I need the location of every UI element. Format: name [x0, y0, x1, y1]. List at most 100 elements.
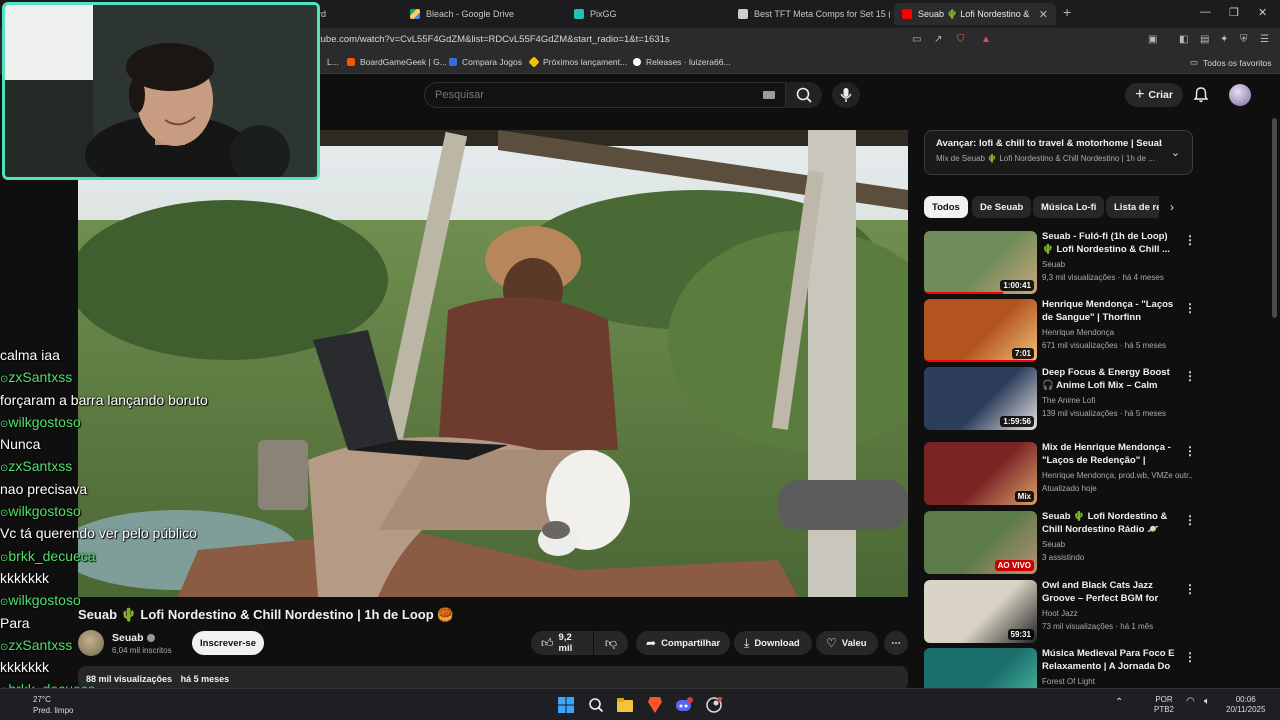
more-vertical-icon[interactable]: ⋮	[1184, 582, 1196, 596]
tft-icon	[738, 9, 748, 19]
recommendation-channel[interactable]: Henrique Mendonça	[1042, 328, 1192, 337]
close-tab-icon[interactable]: ✕	[1039, 8, 1048, 21]
recommendation-title[interactable]: Mix de Henrique Mendonça - "Laços de Red…	[1042, 442, 1180, 468]
more-vertical-icon[interactable]: ⋮	[1184, 301, 1196, 315]
recommendation-item[interactable]: 7:01 Henrique Mendonça - "Laços de Sangue…	[924, 299, 1204, 363]
recommendation-item[interactable]: 59:31 Owl and Black Cats Jazz Groove – Pe…	[924, 580, 1204, 644]
search-button[interactable]	[786, 82, 822, 108]
taskbar-search-button[interactable]	[586, 695, 606, 715]
video-thumbnail[interactable]: AO VIVO	[924, 511, 1037, 574]
create-button[interactable]: + Criar	[1125, 83, 1183, 107]
recommendation-title[interactable]: Owl and Black Cats Jazz Groove – Perfect…	[1042, 580, 1180, 606]
cast-icon[interactable]: ▭	[912, 34, 921, 45]
bookmark-compara-jogos[interactable]: Compara Jogos	[449, 57, 522, 67]
chevron-down-icon[interactable]: ⌄	[1171, 146, 1180, 159]
video-thumbnail[interactable]: 1:59:56	[924, 367, 1037, 430]
more-vertical-icon[interactable]: ⋮	[1184, 650, 1196, 664]
new-tab-button[interactable]: +	[1063, 4, 1071, 20]
bookmark-github-releases[interactable]: Releases · luizera66...	[633, 57, 731, 67]
chip-todos[interactable]: Todos	[924, 196, 968, 218]
recommendation-channel[interactable]: Henrique Mendonça, prod.wb, VMZe outr...	[1042, 471, 1192, 480]
chat-message: calma iaa	[0, 347, 60, 363]
vpn-icon[interactable]: ⛨	[1240, 34, 1248, 45]
video-thumbnail[interactable]: 7:01	[924, 299, 1037, 362]
chevron-right-icon[interactable]: ›	[1170, 200, 1174, 214]
download-button[interactable]: ⤓ Download	[734, 631, 812, 655]
wallet-icon[interactable]: ▤	[1200, 34, 1209, 45]
minimize-icon[interactable]: —	[1200, 6, 1211, 18]
chip-de-seuab[interactable]: De Seuab	[972, 196, 1032, 218]
recommendation-title[interactable]: Deep Focus & Energy Boost 🎧 Anime Lofi M…	[1042, 367, 1180, 393]
weather-widget[interactable]: 27°C Pred. limpo	[33, 694, 73, 716]
recommendation-title[interactable]: Seuab - Fuló-fi (1h de Loop) 🌵 Lofi Nord…	[1042, 231, 1180, 256]
leo-icon[interactable]: ✦	[1220, 34, 1228, 45]
maximize-icon[interactable]: ❐	[1229, 6, 1239, 19]
bookmark-manager-icon[interactable]: ▣	[1148, 34, 1157, 45]
recommendation-channel[interactable]: Forest Of Light	[1042, 677, 1192, 686]
more-vertical-icon[interactable]: ⋮	[1184, 513, 1196, 527]
recommendation-title[interactable]: Música Medieval Para Foco E Relaxamento …	[1042, 648, 1180, 674]
url-field[interactable]: tube.com/watch?v=CvL55F4GdZM&list=RDCvL5…	[318, 34, 670, 45]
recommendation-channel[interactable]: Hoot Jazz	[1042, 609, 1192, 618]
chip-lista[interactable]: Lista de re	[1106, 196, 1159, 218]
menu-icon[interactable]: ☰	[1260, 34, 1269, 45]
volume-icon[interactable]: 🔈︎	[1204, 697, 1210, 707]
clock[interactable]: 00:06 20/11/2025	[1226, 695, 1265, 715]
sidebar-icon[interactable]: ◧	[1179, 34, 1188, 45]
scrollbar[interactable]	[1272, 118, 1277, 318]
search-input[interactable]	[435, 89, 755, 101]
bookmark-item[interactable]: L...	[327, 57, 339, 67]
more-vertical-icon[interactable]: ⋮	[1184, 233, 1196, 247]
bookmark-proximos-lancamentos[interactable]: Próximos lançament...	[528, 56, 627, 68]
language-indicator[interactable]: POR PTB2	[1154, 695, 1174, 715]
dislike-button[interactable]: 👎︎	[594, 631, 628, 655]
like-button[interactable]: 👍︎ 9,2 mil	[531, 631, 593, 655]
close-window-icon[interactable]: ✕	[1258, 6, 1267, 19]
notifications-button[interactable]	[1192, 86, 1210, 109]
steam-button[interactable]	[704, 695, 724, 715]
more-actions-button[interactable]: ⋯	[884, 631, 908, 655]
recommendation-title[interactable]: Henrique Mendonça - "Laços de Sangue" | …	[1042, 299, 1180, 325]
recommendation-title[interactable]: Seuab 🌵 Lofi Nordestino & Chill Nordesti…	[1042, 511, 1180, 536]
video-thumbnail[interactable]: Mix	[924, 442, 1037, 505]
account-avatar[interactable]	[1229, 84, 1251, 106]
thanks-button[interactable]: ♡ Valeu	[816, 631, 878, 655]
more-vertical-icon[interactable]: ⋮	[1184, 369, 1196, 383]
recommendation-channel[interactable]: Seuab	[1042, 260, 1192, 269]
chip-musica-lofi[interactable]: Música Lo-fi	[1033, 196, 1105, 218]
chat-username: zxSantxss	[8, 636, 73, 653]
recommendation-item[interactable]: 1:59:56 Deep Focus & Energy Boost 🎧 Anime…	[924, 367, 1204, 431]
recommendation-meta: 9,3 mil visualizações · há 4 meses	[1042, 273, 1164, 282]
voice-search-button[interactable]	[832, 82, 860, 108]
bookmark-all-favorites[interactable]: ▭ Todos os favoritos	[1190, 57, 1272, 68]
recommendation-channel[interactable]: Seuab	[1042, 540, 1192, 549]
tab-pixgg[interactable]: PixGG	[566, 3, 726, 25]
rewards-icon[interactable]: ▲	[981, 34, 991, 45]
recommendation-item[interactable]: Mix Mix de Henrique Mendonça - "Laços de …	[924, 442, 1204, 506]
tab-tft-meta[interactable]: Best TFT Meta Comps for Set 15 (Pat	[730, 3, 890, 25]
chevron-up-icon[interactable]: ⌃	[1115, 698, 1123, 708]
brave-shield-icon[interactable]: ⛉	[957, 34, 965, 45]
recommendation-channel[interactable]: The Anime Lofi	[1042, 396, 1192, 405]
video-thumbnail[interactable]: 1:00:41	[924, 231, 1037, 294]
keyboard-icon[interactable]	[763, 91, 775, 99]
start-button[interactable]	[556, 695, 576, 715]
share-button[interactable]: ➦ Compartilhar	[636, 631, 730, 655]
up-next-panel[interactable]: Avançar: lofi & chill to travel & motorh…	[924, 130, 1193, 175]
video-thumbnail[interactable]: 59:31	[924, 580, 1037, 643]
stream-chat-overlay: calma iaa ⊙zxSantxss forçaram a barra lanç…	[0, 344, 260, 720]
tab-label: Best TFT Meta Comps for Set 15 (Pat	[754, 9, 890, 19]
tab-youtube-active[interactable]: Seuab 🌵 Lofi Nordestino & Ch ✕	[894, 3, 1056, 25]
bookmark-boardgamegeek[interactable]: BoardGameGeek | G...	[347, 57, 447, 67]
share-icon[interactable]: ↗	[934, 34, 942, 45]
folder-icon	[617, 698, 633, 712]
recommendation-item[interactable]: 1:00:41 Seuab - Fuló-fi (1h de Loop) 🌵 Lo…	[924, 231, 1204, 295]
file-explorer-button[interactable]	[615, 695, 635, 715]
chat-username: zxSantxss	[8, 458, 73, 475]
tab-google-drive[interactable]: Bleach - Google Drive	[402, 3, 562, 25]
brave-browser-button[interactable]	[645, 695, 665, 715]
recommendation-item[interactable]: AO VIVO Seuab 🌵 Lofi Nordestino & Chill N…	[924, 511, 1204, 575]
wifi-icon[interactable]: ◠	[1186, 697, 1195, 707]
more-vertical-icon[interactable]: ⋮	[1184, 444, 1196, 458]
discord-button[interactable]	[674, 695, 694, 715]
